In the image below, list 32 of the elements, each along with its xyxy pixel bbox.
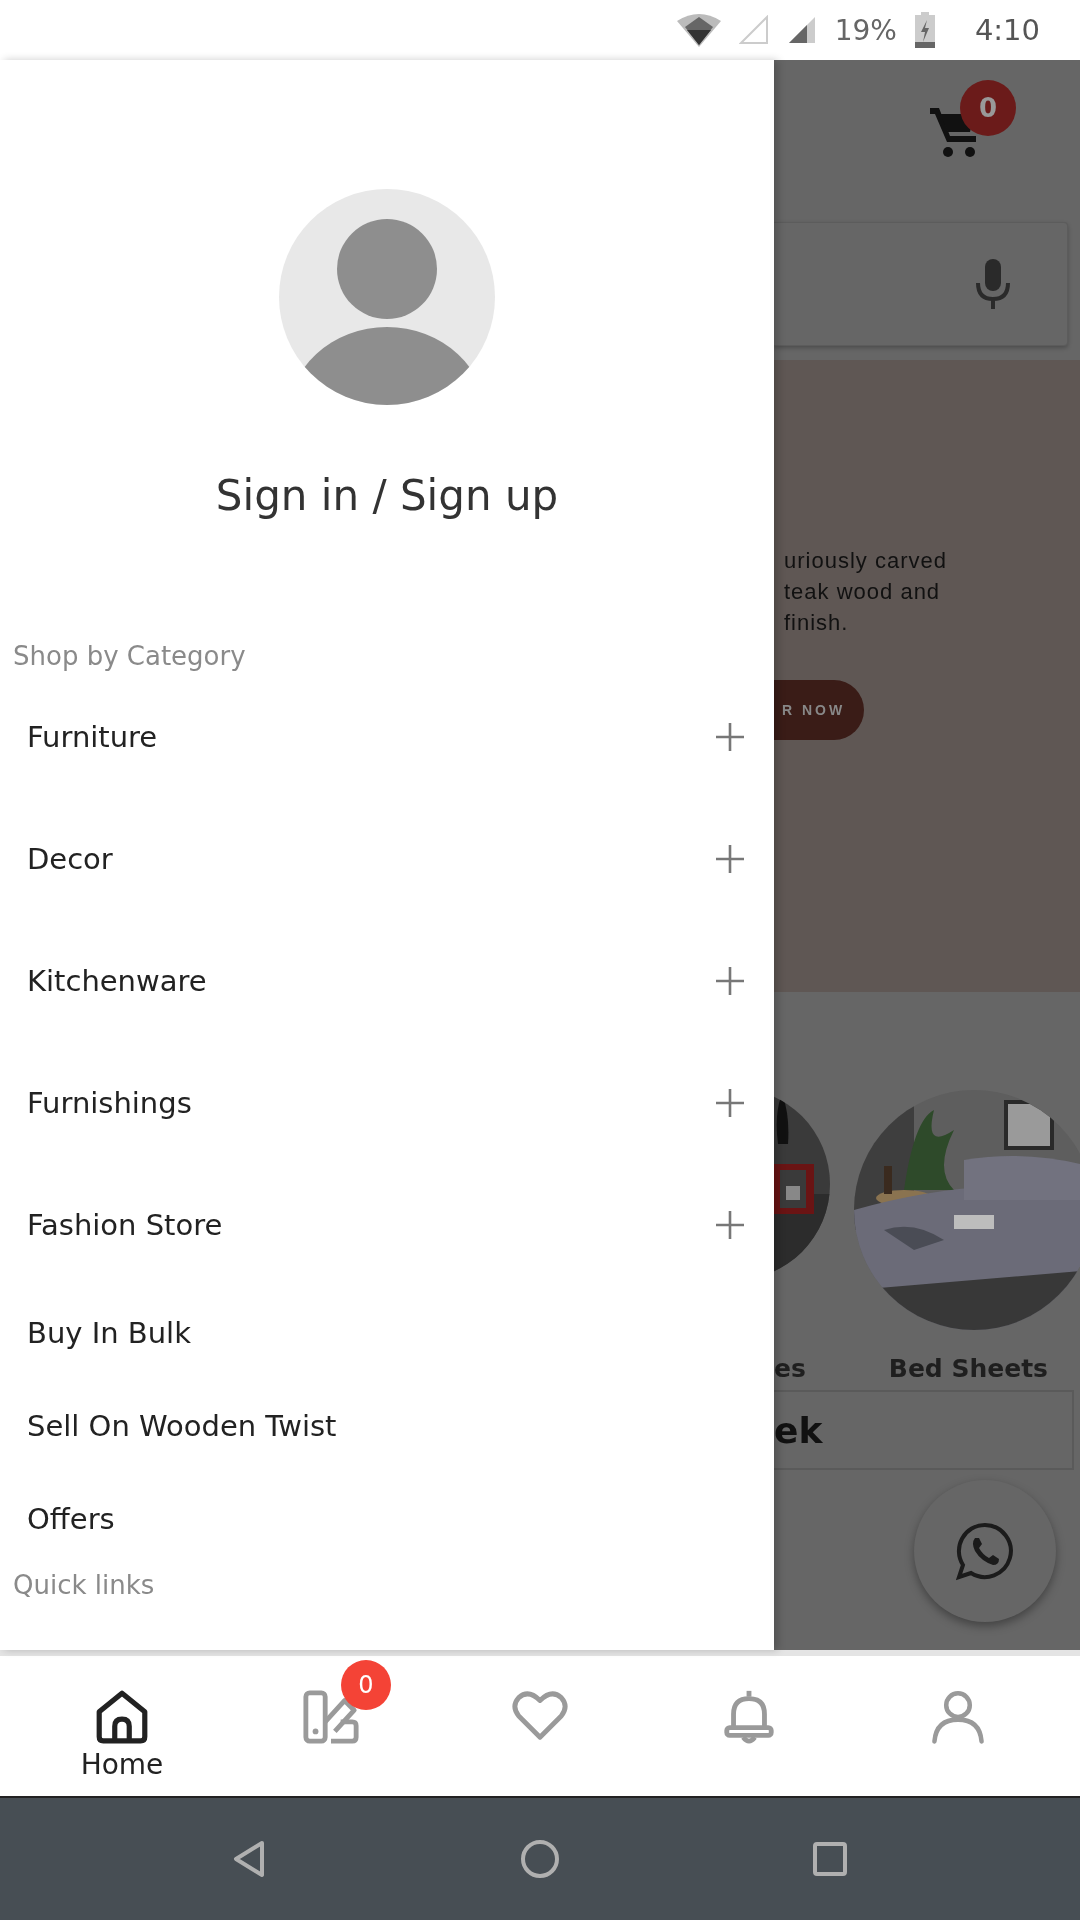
menu-item[interactable]: Sell On Wooden Twist <box>0 1379 774 1472</box>
battery-icon <box>914 12 935 48</box>
sign-in-link[interactable]: Sign in / Sign up <box>215 471 559 520</box>
menu-item[interactable]: Kitchenware <box>0 920 774 1042</box>
home-tab[interactable]: Home <box>52 1656 192 1781</box>
microphone-icon[interactable] <box>975 259 1011 309</box>
category-label: Bed Sheets <box>888 1354 1048 1383</box>
section-heading: Quick links <box>12 1569 155 1602</box>
catalog-tab[interactable]: 0 <box>261 1656 401 1746</box>
menu-item[interactable]: Decor <box>0 798 774 920</box>
menu-item[interactable]: Furniture <box>0 676 774 798</box>
swatch-icon <box>302 1687 360 1745</box>
signal-icon <box>738 15 769 45</box>
section-heading: Shop by Category <box>12 640 246 673</box>
category-label: es <box>774 1354 806 1383</box>
menu-item[interactable]: Fashion Store <box>0 1164 774 1286</box>
menu-item[interactable]: Offers <box>0 1472 774 1565</box>
recents-icon[interactable] <box>810 1839 850 1879</box>
phone-bubble-icon <box>955 1521 1015 1581</box>
search-field[interactable] <box>774 222 1068 346</box>
menu-item[interactable]: Furnishings <box>0 1042 774 1164</box>
clock: 4:10 <box>974 13 1040 47</box>
count-badge: 0 <box>341 1660 391 1710</box>
battery-percent: 19% <box>834 13 897 47</box>
section-title: ek <box>774 1409 823 1451</box>
menu-item[interactable]: Buy In Bulk <box>0 1286 774 1379</box>
wifi-icon <box>676 13 721 47</box>
cart-count-badge: 0 <box>960 80 1016 136</box>
banner-text: uriously carved teak wood and finish. <box>783 547 947 637</box>
home-circle-icon[interactable] <box>520 1839 560 1879</box>
avatar-icon[interactable] <box>279 189 495 405</box>
shop-now-button[interactable]: R NOW <box>774 680 864 740</box>
